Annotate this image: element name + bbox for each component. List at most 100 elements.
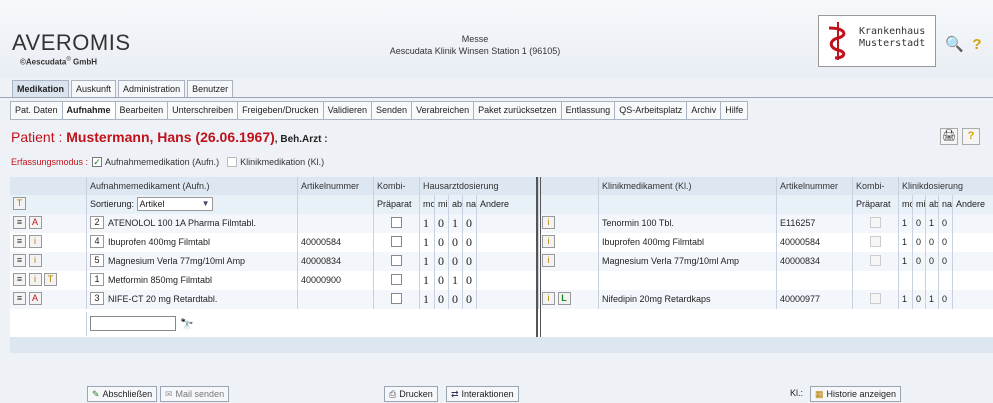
subtab-verabreichen[interactable]: Verabreichen <box>412 102 475 119</box>
dose-mi[interactable]: 0 <box>434 233 448 252</box>
subtab-hilfe[interactable]: Hilfe <box>721 102 747 119</box>
mail-send-button[interactable]: ✉ Mail senden <box>160 386 230 402</box>
document-icon[interactable]: ≡ <box>13 216 26 230</box>
dose-ab[interactable]: 1 <box>448 214 462 233</box>
dose-mo[interactable]: 1 <box>419 271 434 290</box>
history-button[interactable]: ▦ Historie anzeigen <box>810 386 902 402</box>
article-number: 40000834 <box>297 252 373 271</box>
row-number[interactable]: 2 <box>90 216 104 230</box>
dose-na[interactable]: 0 <box>462 233 476 252</box>
tab-administration[interactable]: Administration <box>118 80 186 97</box>
hospital-logo: Krankenhaus Musterstadt <box>818 15 936 67</box>
abschliessen-button[interactable]: ✎ Abschließen <box>87 386 158 402</box>
dose-mo[interactable]: 1 <box>419 214 434 233</box>
dose-mo[interactable]: 1 <box>419 233 434 252</box>
filter-icon[interactable]: T <box>44 273 58 287</box>
info-icon[interactable]: i <box>28 254 42 268</box>
dose-mi[interactable]: 0 <box>434 290 448 309</box>
print-icon[interactable]: 🖨 <box>940 128 958 145</box>
row-number[interactable]: 1 <box>90 273 104 287</box>
kombi-checkbox[interactable] <box>391 274 402 286</box>
tab-auskunft[interactable]: Auskunft <box>71 80 117 97</box>
table-row[interactable]: ≡ i T 1 Metformin 850mg Filmtabl 40000900… <box>10 271 993 290</box>
kombi-checkbox[interactable] <box>391 217 402 229</box>
table-row[interactable]: ≡ i 4 Ibuprofen 400mg Filmtabl 40000584 1… <box>10 233 993 252</box>
magnifier-icon[interactable]: 🔍 <box>945 36 964 54</box>
dose-ab[interactable]: 0 <box>448 290 462 309</box>
row-number[interactable]: 4 <box>90 235 104 249</box>
tab-benutzer[interactable]: Benutzer <box>187 80 234 97</box>
dose-mo[interactable]: 1 <box>419 252 434 271</box>
subtab-bearbeiten[interactable]: Bearbeiten <box>116 102 169 119</box>
kombi-checkbox[interactable] <box>391 255 402 267</box>
subtab-entlassung[interactable]: Entlassung <box>562 102 616 119</box>
dose-andere[interactable] <box>476 271 536 290</box>
medication-search-input[interactable] <box>90 316 176 332</box>
row-number[interactable]: 3 <box>90 292 104 306</box>
dose-andere[interactable] <box>476 233 536 252</box>
history-icon: ▦ <box>815 389 824 399</box>
info-icon[interactable]: i <box>542 292 555 306</box>
dose-mi[interactable]: 0 <box>434 271 448 290</box>
row-number[interactable]: 5 <box>90 254 104 268</box>
dose-ab[interactable]: 1 <box>448 271 462 290</box>
info-icon[interactable]: i <box>28 235 42 249</box>
document-icon[interactable]: ≡ <box>13 235 26 249</box>
subtab-paket-zuruecksetzen[interactable]: Paket zurücksetzen <box>474 102 562 119</box>
info-icon[interactable]: i <box>542 216 555 230</box>
sort-select[interactable]: Artikel ▼ <box>136 196 213 211</box>
dose-na[interactable]: 0 <box>462 290 476 309</box>
interactions-button[interactable]: ⇄ Interaktionen <box>446 386 519 402</box>
subtab-unterschreiben[interactable]: Unterschreiben <box>168 102 239 119</box>
document-icon[interactable]: ≡ <box>13 254 26 268</box>
subtab-aufnahme[interactable]: Aufnahme <box>62 102 116 119</box>
binoculars-icon[interactable]: 🔭 <box>180 313 194 336</box>
subtab-validieren[interactable]: Validieren <box>324 102 373 119</box>
table-row[interactable]: ≡ A 2 ATENOLOL 100 1A Pharma Filmtabl. 1 … <box>10 214 993 233</box>
dose-mi[interactable]: 0 <box>434 214 448 233</box>
tab-medikation[interactable]: Medikation <box>12 80 70 97</box>
filter-icon[interactable]: T <box>13 197 26 211</box>
help-icon[interactable]: ? <box>962 128 980 145</box>
subtab-pat-daten[interactable]: Pat. Daten <box>11 102 63 119</box>
question-icon[interactable]: ? <box>968 36 986 54</box>
kombi-checkbox-klinik <box>870 293 881 305</box>
col-hausarztdosierung: Hausarztdosierung <box>419 177 536 195</box>
info-icon[interactable]: i <box>542 254 555 268</box>
kombi-checkbox[interactable] <box>391 236 402 248</box>
subtab-qs-arbeitsplatz[interactable]: QS-Arbeitsplatz <box>615 102 688 119</box>
subtab-senden[interactable]: Senden <box>372 102 413 119</box>
dose-mi[interactable]: 0 <box>434 252 448 271</box>
subtab-freigeben-drucken[interactable]: Freigeben/Drucken <box>238 102 324 119</box>
print-button[interactable]: ⎙ Drucken <box>384 386 438 402</box>
document-icon[interactable]: ≡ <box>13 273 26 287</box>
table-row[interactable]: ≡ A 3 NIFE-CT 20 mg Retardtabl. 1 0 0 0 i… <box>10 290 993 309</box>
clinic-dose-mo: 1 <box>898 252 912 271</box>
dose-andere[interactable] <box>476 252 536 271</box>
dose-ab[interactable]: 0 <box>448 252 462 271</box>
dose-na[interactable]: 0 <box>462 252 476 271</box>
mode-option-aufnahme[interactable]: ✓ Aufnahmemedikation (Aufn.) <box>92 157 219 167</box>
alert-icon[interactable]: A <box>28 216 42 230</box>
subtab-archiv[interactable]: Archiv <box>687 102 722 119</box>
alert-icon[interactable]: A <box>28 292 42 306</box>
checkbox-checked-icon[interactable]: ✓ <box>92 157 103 167</box>
dose-andere[interactable] <box>476 214 536 233</box>
document-icon[interactable]: ≡ <box>13 292 26 306</box>
table-row[interactable]: ≡ i 5 Magnesium Verla 77mg/10ml Amp 40000… <box>10 252 993 271</box>
printer-icon: ⎙ <box>389 389 397 399</box>
dose-na[interactable]: 0 <box>462 214 476 233</box>
dose-mo[interactable]: 1 <box>419 290 434 309</box>
dose-andere[interactable] <box>476 290 536 309</box>
info-icon[interactable]: i <box>28 273 42 287</box>
l-badge[interactable]: L <box>557 292 571 306</box>
caduceus-icon <box>828 22 846 60</box>
mode-option-klinik[interactable]: Klinikmedikation (Kl.) <box>227 157 324 167</box>
dose-ab[interactable]: 0 <box>448 233 462 252</box>
clinic-dose-na <box>938 271 952 290</box>
dose-na[interactable]: 0 <box>462 271 476 290</box>
medication-name: Ibuprofen 400mg Filmtabl <box>108 237 211 247</box>
checkbox-icon[interactable] <box>227 157 238 167</box>
info-icon[interactable]: i <box>542 235 555 249</box>
kombi-checkbox[interactable] <box>391 293 402 305</box>
